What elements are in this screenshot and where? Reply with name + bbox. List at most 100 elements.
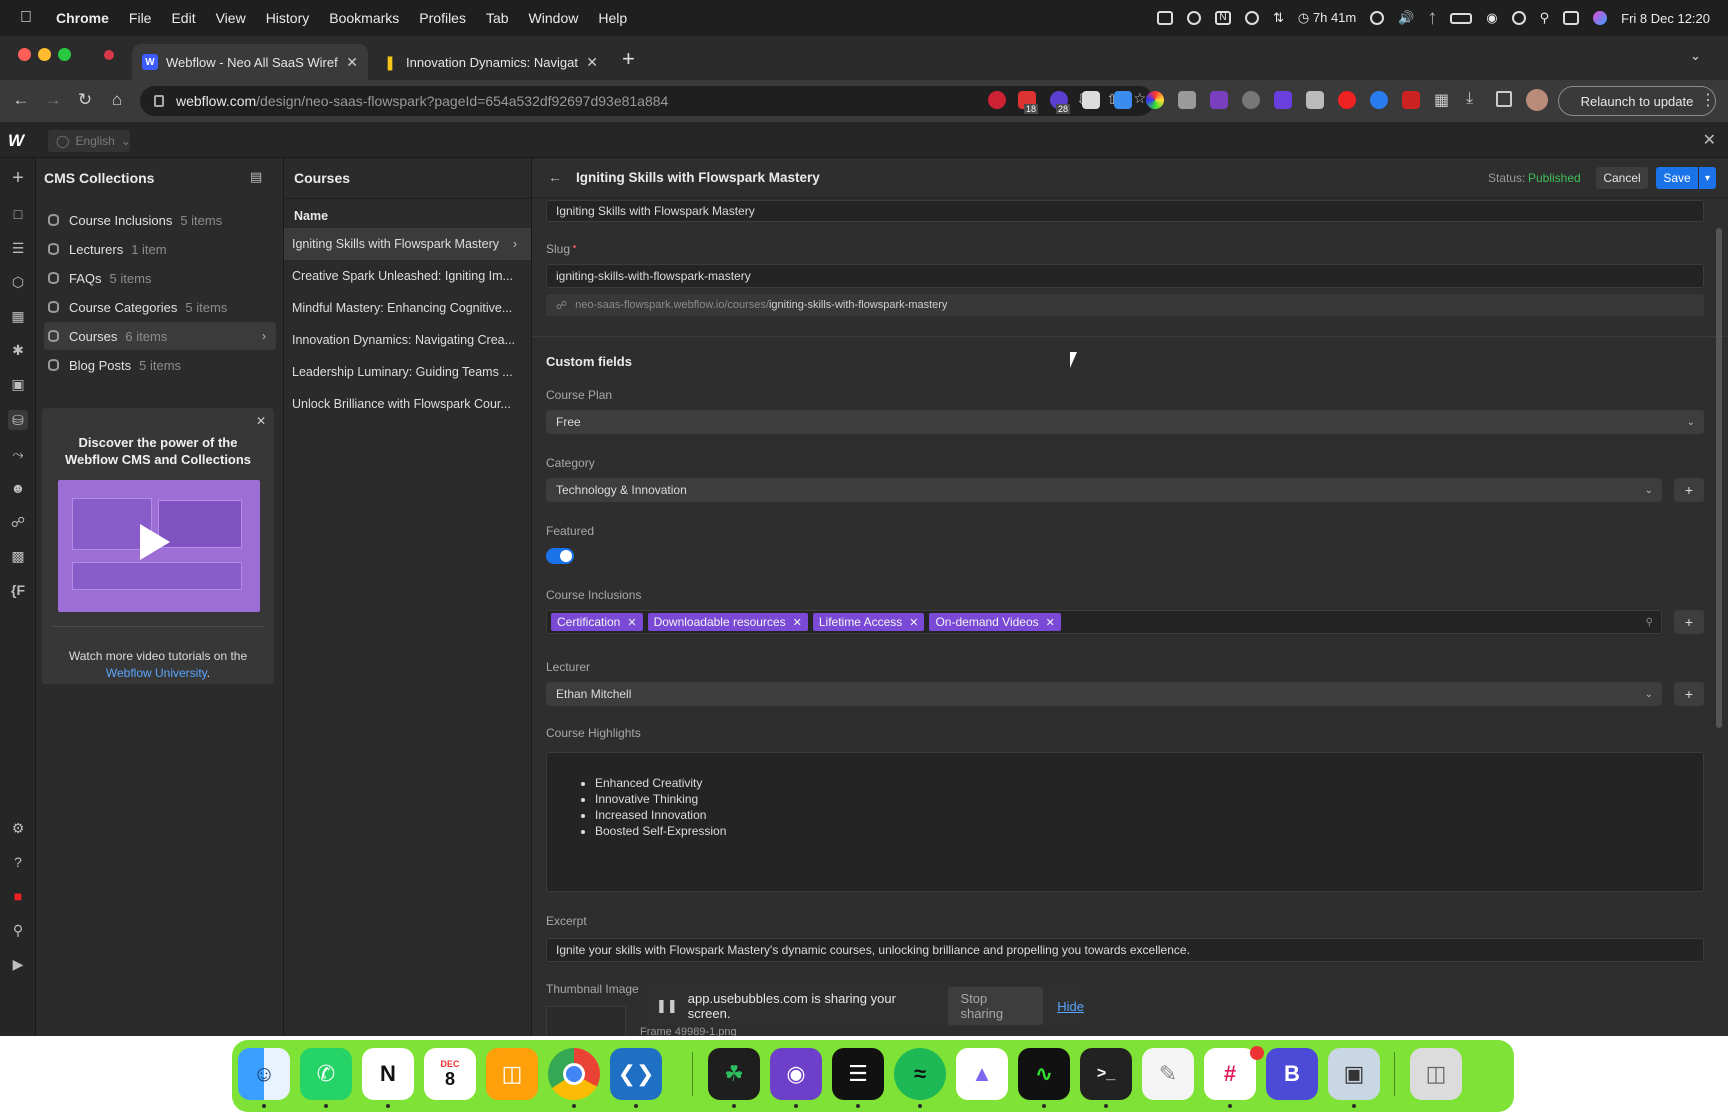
close-promo-icon[interactable]: ✕ (256, 414, 266, 428)
thumbnail-preview[interactable] (546, 1006, 626, 1036)
search-icon[interactable]: ⚲ (8, 920, 28, 940)
remove-chip-icon[interactable]: ✕ (909, 616, 918, 629)
extension-4-icon[interactable] (1210, 91, 1228, 109)
creative-cloud-icon[interactable] (1245, 11, 1259, 25)
users-icon[interactable]: ☻ (8, 478, 28, 498)
github-desktop-icon[interactable]: ◉ (770, 1048, 822, 1100)
terminal-icon[interactable]: >_ (1080, 1048, 1132, 1100)
tab-webflow[interactable]: W Webflow - Neo All SaaS Wiref ✕ (132, 44, 368, 80)
help-icon[interactable]: ? (8, 852, 28, 872)
extension-6-icon[interactable] (1274, 91, 1292, 109)
extension-3-icon[interactable] (1082, 91, 1100, 109)
remove-chip-icon[interactable]: ✕ (793, 616, 802, 629)
course-item[interactable]: Igniting Skills with Flowspark Mastery › (284, 228, 531, 260)
variables-icon[interactable]: ▦ (8, 306, 28, 326)
menu-bookmarks[interactable]: Bookmarks (329, 10, 399, 26)
extension-status-icon[interactable] (1187, 11, 1201, 25)
slug-input[interactable]: igniting-skills-with-flowspark-mastery (546, 264, 1704, 288)
ecommerce-icon[interactable]: ☍ (8, 512, 28, 532)
window-minimize-button[interactable] (38, 48, 51, 61)
apple-icon[interactable]:  (18, 9, 34, 27)
save-options-chevron-icon[interactable]: ▾ (1699, 167, 1716, 189)
video-icon[interactable]: ▶ (8, 954, 28, 974)
menu-clock[interactable]: Fri 8 Dec 12:20 (1621, 11, 1710, 26)
course-highlights-rich-text[interactable]: Enhanced Creativity Innovative Thinking … (546, 752, 1704, 892)
course-item[interactable]: Leadership Luminary: Guiding Teams ... (284, 356, 531, 388)
extension-color-icon[interactable] (1146, 91, 1164, 109)
inclusion-chip[interactable]: Lifetime Access ✕ (812, 613, 925, 631)
new-collection-icon[interactable]: ▤ (250, 169, 262, 185)
window-close-button[interactable] (18, 48, 31, 61)
spotify-icon[interactable]: ≈ (894, 1048, 946, 1100)
clickup-icon[interactable]: ▲ (956, 1048, 1008, 1100)
promo-video-thumbnail[interactable] (58, 480, 260, 612)
add-category-button[interactable]: + (1674, 478, 1704, 502)
pages-icon[interactable]: □ (8, 204, 28, 224)
books-icon[interactable]: ◫ (486, 1048, 538, 1100)
style-manager-icon[interactable]: ✱ (8, 340, 28, 360)
webflow-logo-icon[interactable]: W (8, 131, 24, 151)
extension-vue-icon[interactable] (1306, 91, 1324, 109)
apps-icon[interactable]: ▩ (8, 546, 28, 566)
collection-lecturers[interactable]: Lecturers 1 item (44, 235, 276, 263)
editor-scrollbar[interactable] (1716, 228, 1722, 728)
inclusion-chip[interactable]: Certification ✕ (551, 613, 643, 631)
menu-history[interactable]: History (266, 10, 310, 26)
evernote-icon[interactable]: ☘ (708, 1048, 760, 1100)
extensions-puzzle-icon[interactable]: ▦ (1434, 90, 1449, 110)
menu-edit[interactable]: Edit (171, 10, 195, 26)
collection-course-inclusions[interactable]: Course Inclusions 5 items (44, 206, 276, 234)
collection-course-categories[interactable]: Course Categories 5 items (44, 293, 276, 321)
webflow-university-link[interactable]: Webflow University (106, 666, 207, 680)
siri-icon[interactable] (1593, 11, 1608, 25)
menu-help[interactable]: Help (598, 10, 627, 26)
tab-close-icon[interactable]: ✕ (586, 54, 598, 71)
extension-download-icon[interactable] (1114, 91, 1132, 109)
timer-icon[interactable]: ◷ 7h 41m (1298, 10, 1356, 26)
volume-icon[interactable]: 🔊 (1398, 10, 1414, 26)
control-center-icon[interactable] (1563, 11, 1580, 25)
collection-faqs[interactable]: FAQs 5 items (44, 264, 276, 292)
record-icon[interactable]: ■ (8, 886, 28, 906)
menu-app-name[interactable]: Chrome (56, 10, 109, 26)
preview-icon[interactable]: ▣ (1328, 1048, 1380, 1100)
navigator-icon[interactable]: ☰ (8, 238, 28, 258)
cms-database-icon[interactable]: ⛁ (8, 410, 28, 430)
wifi-icon[interactable]: ◉ (1486, 10, 1497, 26)
menu-tab[interactable]: Tab (486, 10, 509, 26)
collection-blog-posts[interactable]: Blog Posts 5 items (44, 351, 276, 379)
extension-8-icon[interactable] (1370, 91, 1388, 109)
play-icon[interactable] (1370, 11, 1385, 25)
menu-view[interactable]: View (216, 10, 246, 26)
remove-chip-icon[interactable]: ✕ (627, 616, 636, 629)
assets-icon[interactable]: ▣ (8, 374, 28, 394)
tab-search-chevron-icon[interactable]: ⌄ (1690, 48, 1701, 64)
activity-monitor-icon[interactable]: ∿ (1018, 1048, 1070, 1100)
user-icon[interactable] (1511, 11, 1526, 25)
settings-gear-icon[interactable]: ⚙ (8, 818, 28, 838)
inclusion-chip[interactable]: Downloadable resources ✕ (647, 613, 808, 631)
extension-5-icon[interactable] (1242, 91, 1260, 109)
play-icon[interactable] (140, 524, 170, 560)
stop-sharing-button[interactable]: Stop sharing (948, 987, 1044, 1025)
course-plan-select[interactable]: Free ⌄ (546, 410, 1704, 434)
window-zoom-button[interactable] (58, 48, 71, 61)
course-item[interactable]: Innovation Dynamics: Navigating Crea... (284, 324, 531, 356)
remove-chip-icon[interactable]: ✕ (1046, 616, 1055, 629)
trash-icon[interactable]: ◫ (1410, 1048, 1462, 1100)
course-item[interactable]: Mindful Mastery: Enhancing Cognitive... (284, 292, 531, 324)
relaunch-to-update-button[interactable]: Relaunch to update (1558, 86, 1716, 116)
bluetooth-icon[interactable]: ᛏ (1428, 11, 1436, 26)
save-button[interactable]: Save (1656, 167, 1698, 189)
featured-toggle[interactable] (546, 548, 574, 564)
back-icon[interactable]: ← (6, 90, 36, 110)
bbedit-icon[interactable]: B (1266, 1048, 1318, 1100)
extension-1-icon[interactable] (988, 91, 1006, 109)
notion-icon[interactable]: N (362, 1048, 414, 1100)
chrome-icon[interactable] (548, 1048, 600, 1100)
extension-camera-icon[interactable] (1178, 91, 1196, 109)
chrome-menu-icon[interactable]: ⋮ (1700, 90, 1716, 110)
vscode-icon[interactable]: ❮❯ (610, 1048, 662, 1100)
course-item[interactable]: Creative Spark Unleashed: Igniting Im... (284, 260, 531, 292)
add-icon[interactable]: + (8, 167, 28, 189)
